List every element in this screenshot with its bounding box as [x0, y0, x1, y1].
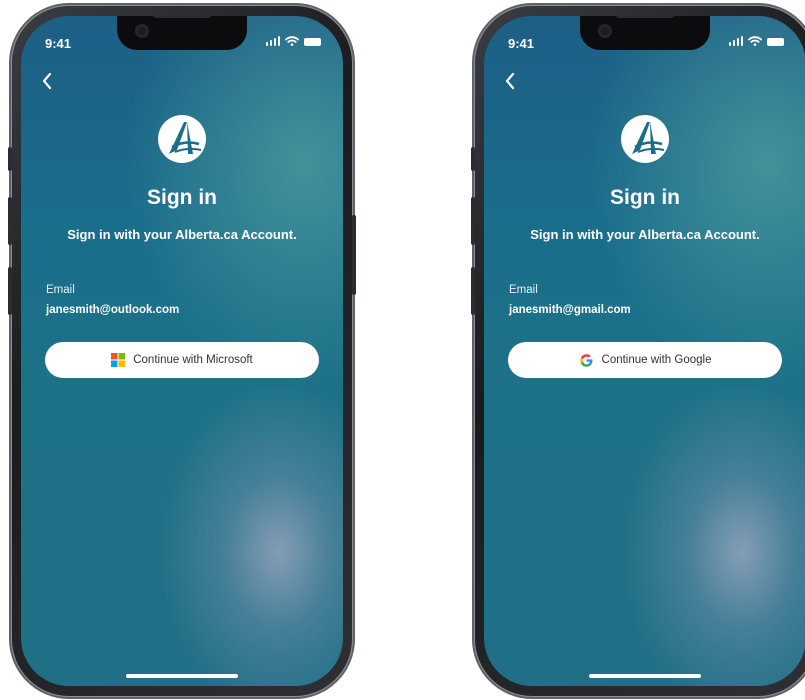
wifi-icon — [285, 36, 299, 46]
page-subtitle: Sign in with your Alberta.ca Account. — [530, 227, 760, 242]
home-indicator[interactable] — [589, 674, 701, 678]
google-logo-icon — [579, 353, 593, 367]
phone-mockup-google: 9:41 Sign in Sign in with your Alberta.c… — [471, 5, 805, 697]
camera-icon — [598, 24, 612, 38]
volume-down-button — [8, 267, 12, 315]
battery-icon — [767, 38, 784, 46]
wifi-icon — [748, 36, 762, 46]
page-title: Sign in — [147, 186, 217, 209]
page-title: Sign in — [610, 186, 680, 209]
screen: 9:41 Sign in Sign in with your Alberta.c… — [21, 16, 343, 686]
cellular-signal-icon — [728, 36, 743, 46]
notch — [580, 16, 710, 50]
silent-switch — [8, 147, 12, 171]
alberta-logo-icon — [158, 115, 206, 163]
email-label: Email — [509, 284, 538, 296]
continue-with-google-button[interactable]: Continue with Google — [508, 342, 782, 378]
status-icons — [728, 36, 784, 46]
status-icons — [265, 36, 321, 46]
phone-mockup-microsoft: 9:41 Sign in Sign in with your Alberta.c… — [8, 5, 356, 697]
email-label: Email — [46, 284, 75, 296]
status-time: 9:41 — [508, 36, 535, 51]
continue-with-microsoft-button[interactable]: Continue with Microsoft — [45, 342, 319, 378]
camera-icon — [135, 24, 149, 38]
battery-icon — [304, 38, 321, 46]
silent-switch — [471, 147, 475, 171]
speaker — [153, 16, 211, 18]
screen: 9:41 Sign in Sign in with your Alberta.c… — [484, 16, 805, 686]
power-button — [352, 215, 356, 295]
status-time: 9:41 — [45, 36, 72, 51]
back-button[interactable] — [504, 72, 516, 94]
back-button[interactable] — [41, 72, 53, 94]
button-label: Continue with Google — [601, 354, 712, 366]
email-value: janesmith@outlook.com — [46, 304, 180, 316]
chevron-left-icon — [505, 72, 515, 90]
page-subtitle: Sign in with your Alberta.ca Account. — [67, 227, 297, 242]
notch — [117, 16, 247, 50]
email-value: janesmith@gmail.com — [509, 304, 631, 316]
volume-up-button — [471, 197, 475, 245]
button-label: Continue with Microsoft — [133, 354, 253, 366]
microsoft-logo-icon — [111, 353, 126, 367]
speaker — [616, 16, 674, 18]
volume-up-button — [8, 197, 12, 245]
chevron-left-icon — [42, 72, 52, 90]
volume-down-button — [471, 267, 475, 315]
alberta-logo-icon — [621, 115, 669, 163]
cellular-signal-icon — [265, 36, 280, 46]
home-indicator[interactable] — [126, 674, 238, 678]
